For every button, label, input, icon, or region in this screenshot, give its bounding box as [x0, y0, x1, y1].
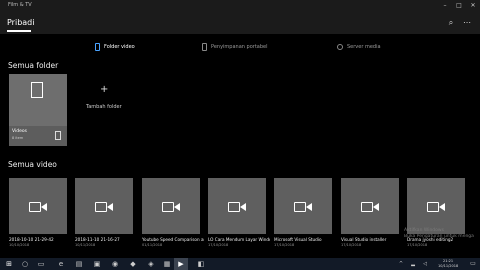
page-title[interactable]: Pribadi: [7, 18, 34, 27]
app-name: Film & TV: [8, 2, 32, 8]
server-icon: [337, 44, 343, 50]
file-explorer-icon[interactable]: ▤: [74, 259, 84, 269]
video-date: 10/11/2018: [75, 243, 96, 247]
title-bar: Film & TV – □ ✕: [0, 0, 480, 12]
notification-icon[interactable]: ▭: [468, 259, 478, 269]
store-icon[interactable]: ▣: [92, 259, 102, 269]
tab-label: Penyimpanan portabel: [211, 44, 268, 50]
video-title: Visual Studio installer: [341, 237, 387, 242]
video-date: 17/10/2018: [274, 243, 295, 247]
more-icon[interactable]: ⋯: [462, 18, 472, 28]
video-tile[interactable]: [407, 178, 465, 234]
film-tv-icon[interactable]: ▶: [176, 259, 186, 269]
phone-icon: [95, 43, 100, 51]
activation-watermark: Aktifkan Windows Buka Pengaturan untuk m…: [404, 228, 474, 240]
phone-icon: [55, 131, 61, 140]
cortana-icon[interactable]: ○: [20, 259, 30, 269]
taskbar: ⊞ ○ ▭ e ▤ ▣ ◉ ◆ ◈ ▦ ▶ ◧ ^ ▂ ◁ 21:21 10/1…: [0, 258, 480, 270]
add-folder-button[interactable]: + Tambah folder: [78, 82, 134, 122]
video-camera-icon: [162, 201, 180, 213]
video-tile[interactable]: [274, 178, 332, 234]
section-title-folders: Semua folder: [8, 61, 59, 70]
network-icon[interactable]: ▂: [408, 259, 418, 269]
tab-label: Folder video: [104, 44, 135, 50]
minimize-icon[interactable]: –: [440, 1, 450, 10]
video-title: 2018-11-10 21-16-27: [75, 237, 120, 242]
video-tile[interactable]: [341, 178, 399, 234]
search-icon[interactable]: ⌕: [446, 18, 456, 28]
taskbar-clock[interactable]: 21:21 10/11/2018: [438, 259, 458, 269]
video-date: 17/10/2018: [341, 243, 362, 247]
video-camera-icon: [228, 201, 246, 213]
app-icon[interactable]: ▦: [162, 259, 172, 269]
app-header: Pribadi ⌕ ⋯: [0, 12, 480, 34]
video-title: 2018-10-10 21-29-42: [9, 237, 54, 242]
tab-media-server[interactable]: Server media: [337, 41, 381, 53]
video-tile[interactable]: [75, 178, 133, 234]
close-icon[interactable]: ✕: [468, 1, 478, 10]
windows-start-icon[interactable]: ⊞: [4, 259, 14, 269]
app-icon[interactable]: ◧: [196, 259, 206, 269]
video-title: LO Cara Mendum Layar Windows 10 Tanpa Ap…: [208, 237, 270, 242]
video-camera-icon: [427, 201, 445, 213]
video-date: 17/10/2018: [407, 243, 428, 247]
video-date: 10/10/2018: [9, 243, 30, 247]
device-icon: [202, 43, 207, 51]
clock-date: 10/11/2018: [438, 264, 459, 268]
chevron-up-icon[interactable]: ^: [396, 259, 406, 269]
video-camera-icon: [29, 201, 47, 213]
visual-studio-icon[interactable]: ◈: [146, 259, 156, 269]
video-camera-icon: [294, 201, 312, 213]
tab-portable-storage[interactable]: Penyimpanan portabel: [202, 41, 267, 53]
video-tile[interactable]: [142, 178, 200, 234]
folder-name: Videos: [12, 129, 27, 134]
video-camera-icon: [361, 201, 379, 213]
folder-tile-videos[interactable]: Videos 8 item: [9, 74, 67, 146]
video-tile[interactable]: [208, 178, 266, 234]
watermark-line-2: Buka Pengaturan untuk mengaktifkan Windo…: [404, 234, 474, 239]
chrome-icon[interactable]: ◉: [110, 259, 120, 269]
video-date: 01/11/2018: [142, 243, 163, 247]
folder-meta: 8 item: [12, 136, 24, 140]
video-title: Microsoft Visual Studio: [274, 237, 322, 242]
volume-icon[interactable]: ◁: [420, 259, 430, 269]
add-folder-label: Tambah folder: [86, 104, 122, 110]
video-camera-icon: [95, 201, 113, 213]
edge-icon[interactable]: e: [56, 259, 66, 269]
folder-footer: Videos 8 item: [9, 126, 67, 146]
maximize-icon[interactable]: □: [454, 1, 464, 10]
plus-icon: +: [100, 84, 109, 95]
tab-folder-video[interactable]: Folder video: [95, 41, 135, 53]
video-title: Youtube Speed Comparison and Quality: [142, 237, 204, 242]
title-underline: [7, 30, 31, 32]
section-title-videos: Semua video: [8, 160, 57, 169]
source-tabs: Folder video Penyimpanan portabel Server…: [0, 34, 480, 56]
app-icon[interactable]: ◆: [128, 259, 138, 269]
video-date: 17/10/2018: [208, 243, 229, 247]
video-tile[interactable]: [9, 178, 67, 234]
task-view-icon[interactable]: ▭: [36, 259, 46, 269]
tab-label: Server media: [347, 44, 381, 50]
document-icon: [31, 82, 43, 98]
